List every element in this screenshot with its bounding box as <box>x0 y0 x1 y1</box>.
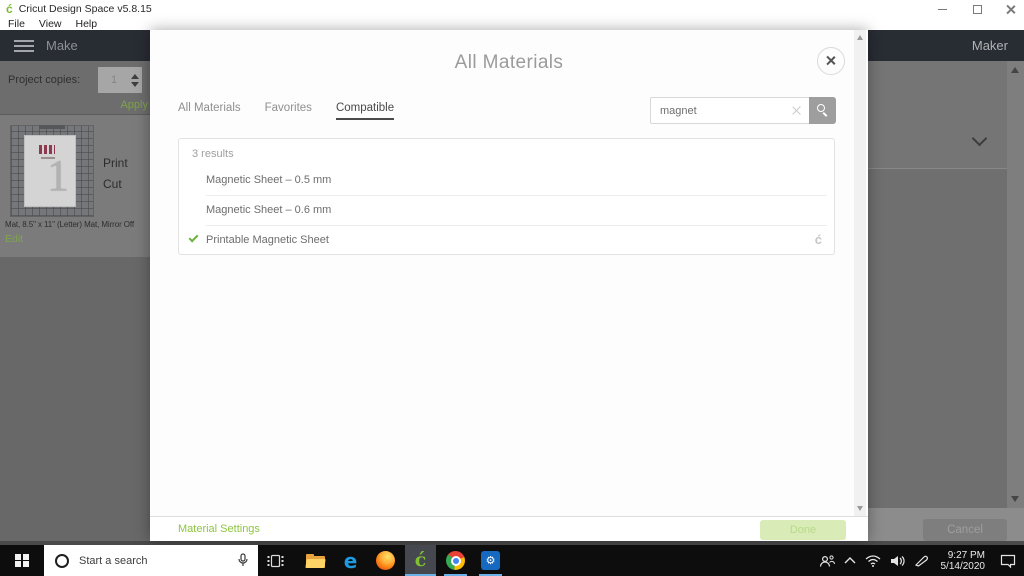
windows-taskbar: Start a search e ć ⚙ 9:27 PM 5/14/2020 <box>0 545 1024 576</box>
edge-icon: e <box>343 548 358 573</box>
search-button[interactable] <box>809 97 836 124</box>
materials-tabs: All Materials Favorites Compatible <box>178 102 395 120</box>
material-row[interactable]: Magnetic Sheet – 0.6 mm <box>179 196 834 225</box>
menu-file[interactable]: File <box>8 18 25 30</box>
cut-label: Cut <box>103 177 122 191</box>
firefox-icon <box>376 551 395 570</box>
mat-preview-card[interactable]: 1 Print Cut Mat, 8.5" x 11" (Letter) Mat… <box>0 115 150 257</box>
window-title: Cricut Design Space v5.8.15 <box>18 2 152 15</box>
file-explorer-button[interactable] <box>300 545 331 576</box>
clock-date: 5/14/2020 <box>940 560 986 572</box>
utility-app-button[interactable]: ⚙ <box>475 545 506 576</box>
cancel-button[interactable]: Cancel <box>923 519 1007 541</box>
cricut-app-icon: ć <box>414 549 427 571</box>
cortana-icon <box>55 553 69 568</box>
wifi-icon[interactable] <box>865 554 881 567</box>
scroll-up-icon[interactable] <box>1011 67 1019 73</box>
mat-caption: Mat, 8.5" x 11" (Letter) Mat, Mirror Off <box>5 220 134 229</box>
close-window-icon[interactable] <box>1006 4 1016 14</box>
cricut-logo-icon: ć <box>6 1 13 16</box>
start-button[interactable] <box>0 545 44 576</box>
material-name: Magnetic Sheet – 0.5 mm <box>206 174 332 186</box>
material-name: Printable Magnetic Sheet <box>206 234 329 246</box>
material-name: Magnetic Sheet – 0.6 mm <box>206 204 332 216</box>
app-scrollbar[interactable] <box>1007 61 1024 508</box>
tab-all-materials[interactable]: All Materials <box>178 102 241 120</box>
dimmed-canvas-left <box>0 257 150 545</box>
hamburger-menu-icon[interactable] <box>14 40 34 55</box>
copies-value: 1 <box>110 74 118 86</box>
project-copies-panel: Project copies: 1 Apply <box>0 61 150 115</box>
pen-icon[interactable] <box>914 554 928 567</box>
material-search-input[interactable] <box>650 97 809 124</box>
mat-thumbnail[interactable]: 1 <box>10 125 94 217</box>
material-row[interactable]: Magnetic Sheet – 0.5 mm <box>179 166 834 195</box>
windows-logo-icon <box>15 553 29 568</box>
stepper-up-icon[interactable] <box>131 73 139 79</box>
people-icon[interactable] <box>819 554 835 568</box>
window-titlebar: ć Cricut Design Space v5.8.15 <box>0 0 1024 17</box>
chevron-down-icon[interactable] <box>973 131 986 144</box>
apply-button[interactable]: Apply <box>120 99 148 111</box>
results-count: 3 results <box>192 148 234 160</box>
task-view-icon <box>267 554 283 567</box>
selected-check-icon <box>188 232 199 243</box>
action-center-icon[interactable] <box>1000 554 1016 568</box>
scroll-up-icon[interactable] <box>856 35 863 40</box>
tab-compatible[interactable]: Compatible <box>335 102 395 120</box>
material-settings-link[interactable]: Material Settings <box>178 523 260 535</box>
utility-app-icon: ⚙ <box>481 551 500 570</box>
mat-top-strip <box>39 125 65 129</box>
header-make-label: Make <box>46 38 78 53</box>
cricut-brand-icon: ć <box>814 232 822 247</box>
scroll-down-icon[interactable] <box>856 506 863 511</box>
machine-selector[interactable]: Maker <box>972 38 1008 53</box>
copies-stepper[interactable]: 1 <box>98 67 142 93</box>
stepper-down-icon[interactable] <box>131 81 139 87</box>
dimmed-canvas-right <box>868 169 1024 508</box>
task-view-button[interactable] <box>258 545 292 576</box>
project-copies-label: Project copies: <box>8 74 81 86</box>
dialog-scrollbar[interactable] <box>854 30 866 516</box>
gear-icon: ⚙ <box>485 555 496 567</box>
clear-search-icon[interactable] <box>791 105 802 116</box>
minimize-icon[interactable] <box>938 4 948 14</box>
cricut-app-button[interactable]: ć <box>405 545 436 576</box>
chrome-button[interactable] <box>440 545 471 576</box>
mat-sheet: 1 <box>24 135 76 207</box>
microphone-icon[interactable] <box>237 553 249 568</box>
search-icon <box>817 104 825 112</box>
tab-favorites[interactable]: Favorites <box>265 102 312 120</box>
taskbar-clock[interactable]: 9:27 PM 5/14/2020 <box>941 550 986 572</box>
dialog-close-icon[interactable] <box>817 47 845 75</box>
edge-button[interactable]: e <box>335 545 366 576</box>
dialog-footer: Material Settings Done <box>150 516 868 541</box>
clock-time: 9:27 PM <box>947 549 985 561</box>
menu-help[interactable]: Help <box>76 18 98 30</box>
done-button[interactable]: Done <box>760 520 846 540</box>
file-explorer-icon <box>305 553 326 568</box>
firefox-button[interactable] <box>370 545 401 576</box>
scroll-down-icon[interactable] <box>1011 496 1019 502</box>
edit-mat-link[interactable]: Edit <box>5 233 23 245</box>
hidden-icons-chevron-icon[interactable] <box>844 557 856 564</box>
toolbar-right <box>868 61 1024 168</box>
results-panel: 3 results Magnetic Sheet – 0.5 mm Magnet… <box>178 138 835 255</box>
menubar: File View Help <box>0 17 1024 30</box>
all-materials-dialog: All Materials All Materials Favorites Co… <box>150 30 868 541</box>
print-label: Print <box>103 156 128 170</box>
taskbar-search-placeholder: Start a search <box>79 554 148 567</box>
design-numeral: 1 <box>47 151 69 200</box>
material-search <box>650 97 836 124</box>
bottom-bar-right: Cancel <box>868 508 1024 541</box>
maximize-icon[interactable] <box>972 4 982 14</box>
menu-view[interactable]: View <box>39 18 62 30</box>
material-row-selected[interactable]: Printable Magnetic Sheet ć <box>179 226 834 255</box>
chrome-icon <box>446 551 465 570</box>
volume-icon[interactable] <box>890 555 905 567</box>
taskbar-search[interactable]: Start a search <box>44 545 258 576</box>
system-tray: 9:27 PM 5/14/2020 <box>819 545 1024 576</box>
dialog-title: All Materials <box>454 52 564 73</box>
